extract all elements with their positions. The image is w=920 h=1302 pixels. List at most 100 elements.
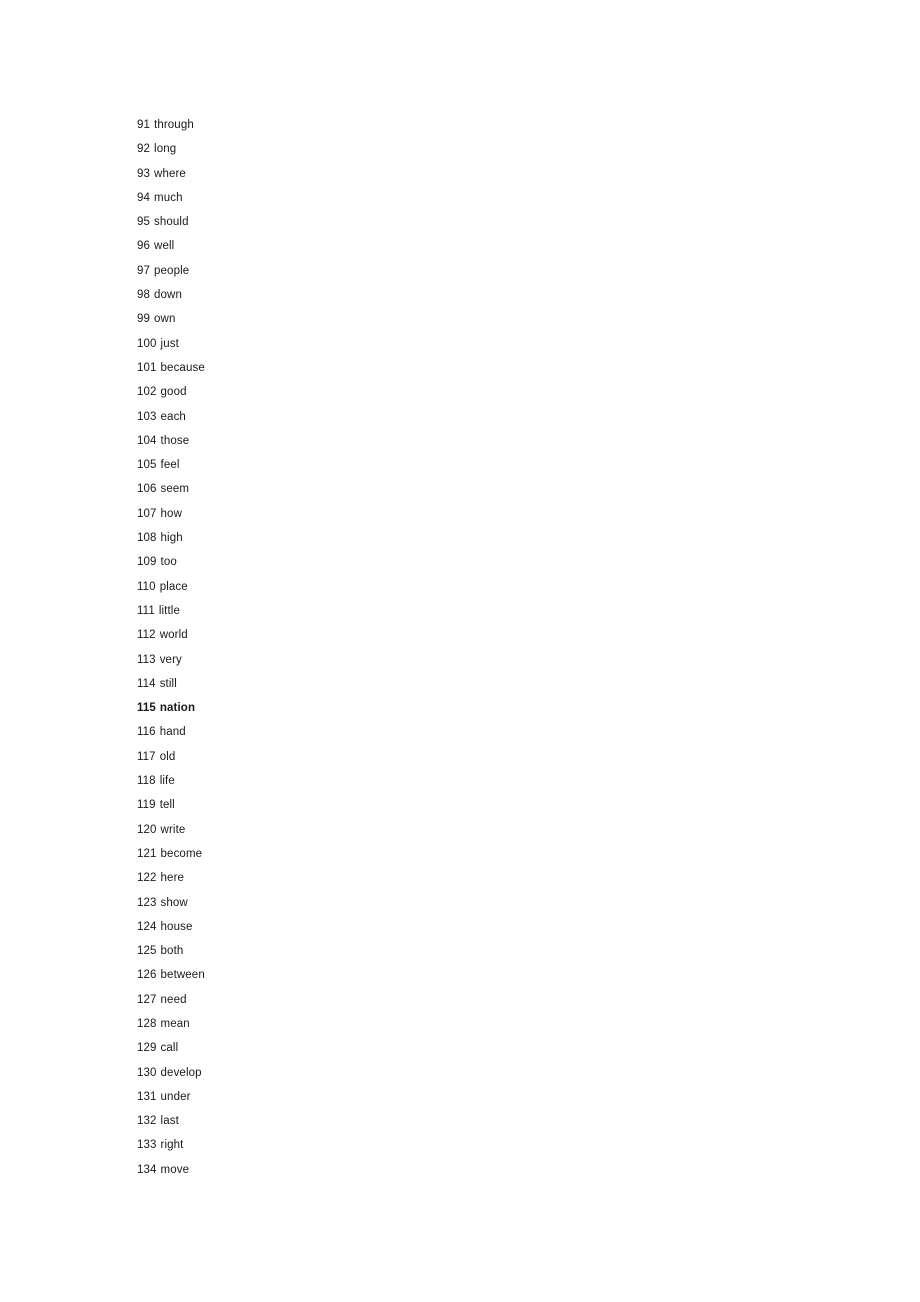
word-list-item: 91 through bbox=[137, 113, 920, 137]
word-list-item: 121 become bbox=[137, 842, 920, 866]
word-list-item: 93 where bbox=[137, 162, 920, 186]
word-term: still bbox=[159, 677, 177, 690]
word-rank: 111 bbox=[137, 604, 155, 617]
word-list-item: 111 little bbox=[137, 599, 920, 623]
word-term: how bbox=[160, 507, 182, 520]
word-term: own bbox=[154, 313, 176, 326]
word-rank: 106 bbox=[137, 483, 157, 496]
word-rank: 122 bbox=[137, 872, 157, 885]
word-term: long bbox=[154, 143, 177, 156]
word-term: between bbox=[160, 969, 205, 982]
word-rank: 92 bbox=[137, 143, 151, 156]
word-list-item: 113 very bbox=[137, 648, 920, 672]
word-list-item: 92 long bbox=[137, 137, 920, 161]
word-term: last bbox=[160, 1115, 179, 1128]
word-term: very bbox=[159, 653, 182, 666]
word-term: too bbox=[160, 556, 177, 569]
word-list-item: 133 right bbox=[137, 1133, 920, 1157]
word-rank: 132 bbox=[137, 1115, 157, 1128]
word-list-item: 115 nation bbox=[137, 696, 920, 720]
word-term: where bbox=[154, 167, 186, 180]
word-list-item: 105 feel bbox=[137, 453, 920, 477]
word-rank: 125 bbox=[137, 945, 157, 958]
word-term: each bbox=[160, 410, 186, 423]
word-rank: 115 bbox=[137, 702, 156, 715]
word-list-item: 114 still bbox=[137, 672, 920, 696]
word-list-item: 131 under bbox=[137, 1085, 920, 1109]
word-rank: 110 bbox=[137, 580, 156, 593]
word-rank: 119 bbox=[137, 799, 156, 812]
word-list-item: 127 need bbox=[137, 988, 920, 1012]
word-term: tell bbox=[159, 799, 175, 812]
word-list-item: 109 too bbox=[137, 550, 920, 574]
word-term: should bbox=[154, 216, 189, 229]
word-term: good bbox=[160, 386, 187, 399]
word-rank: 113 bbox=[137, 653, 156, 666]
word-rank: 99 bbox=[137, 313, 151, 326]
word-term: just bbox=[160, 337, 179, 350]
word-list-item: 96 well bbox=[137, 234, 920, 258]
word-term: move bbox=[160, 1163, 190, 1176]
word-rank: 123 bbox=[137, 896, 157, 909]
word-rank: 98 bbox=[137, 289, 151, 302]
word-list-item: 130 develop bbox=[137, 1061, 920, 1085]
word-term: house bbox=[160, 920, 193, 933]
word-term: show bbox=[160, 896, 188, 909]
word-rank: 105 bbox=[137, 459, 157, 472]
word-term: life bbox=[159, 775, 175, 788]
word-term: little bbox=[158, 604, 180, 617]
word-term: well bbox=[154, 240, 175, 253]
word-list-item: 116 hand bbox=[137, 720, 920, 744]
word-term: people bbox=[154, 264, 190, 277]
word-list-item: 125 both bbox=[137, 939, 920, 963]
word-rank: 109 bbox=[137, 556, 157, 569]
word-list-item: 122 here bbox=[137, 866, 920, 890]
word-rank: 97 bbox=[137, 264, 151, 277]
word-list-item: 117 old bbox=[137, 745, 920, 769]
word-rank: 120 bbox=[137, 823, 157, 836]
word-rank: 107 bbox=[137, 507, 157, 520]
word-list-item: 128 mean bbox=[137, 1012, 920, 1036]
word-list-item: 107 how bbox=[137, 502, 920, 526]
word-list-item: 120 write bbox=[137, 818, 920, 842]
word-list-item: 101 because bbox=[137, 356, 920, 380]
word-term: those bbox=[160, 434, 190, 447]
word-rank: 93 bbox=[137, 167, 151, 180]
word-term: nation bbox=[159, 702, 196, 715]
word-list-item: 132 last bbox=[137, 1109, 920, 1133]
word-list-item: 112 world bbox=[137, 623, 920, 647]
word-list-item: 106 seem bbox=[137, 477, 920, 501]
word-term: down bbox=[154, 289, 182, 302]
word-term: write bbox=[160, 823, 186, 836]
word-term: develop bbox=[160, 1066, 202, 1079]
word-list-item: 129 call bbox=[137, 1036, 920, 1060]
word-frequency-list: 91 through 92 long 93 where 94 much 95 should 96 we… bbox=[137, 113, 920, 1182]
word-rank: 118 bbox=[137, 775, 156, 788]
word-list-item: 98 down bbox=[137, 283, 920, 307]
word-list-item: 94 much bbox=[137, 186, 920, 210]
word-rank: 95 bbox=[137, 216, 151, 229]
word-list-item: 104 those bbox=[137, 429, 920, 453]
word-rank: 102 bbox=[137, 386, 157, 399]
word-rank: 101 bbox=[137, 361, 157, 374]
word-rank: 133 bbox=[137, 1139, 157, 1152]
word-rank: 91 bbox=[137, 119, 151, 131]
word-term: hand bbox=[159, 726, 186, 739]
word-rank: 114 bbox=[137, 677, 156, 690]
word-term: high bbox=[160, 532, 183, 545]
word-list-item: 124 house bbox=[137, 915, 920, 939]
word-term: right bbox=[160, 1139, 184, 1152]
word-term: under bbox=[160, 1090, 191, 1103]
word-rank: 126 bbox=[137, 969, 157, 982]
word-term: mean bbox=[160, 1017, 190, 1030]
word-rank: 129 bbox=[137, 1042, 157, 1055]
word-rank: 117 bbox=[137, 750, 156, 763]
word-rank: 127 bbox=[137, 993, 157, 1006]
word-term: need bbox=[160, 993, 187, 1006]
word-list-item: 119 tell bbox=[137, 793, 920, 817]
word-term: place bbox=[159, 580, 188, 593]
word-list-item: 95 should bbox=[137, 210, 920, 234]
word-term: call bbox=[160, 1042, 179, 1055]
word-rank: 134 bbox=[137, 1163, 157, 1176]
word-rank: 108 bbox=[137, 532, 157, 545]
